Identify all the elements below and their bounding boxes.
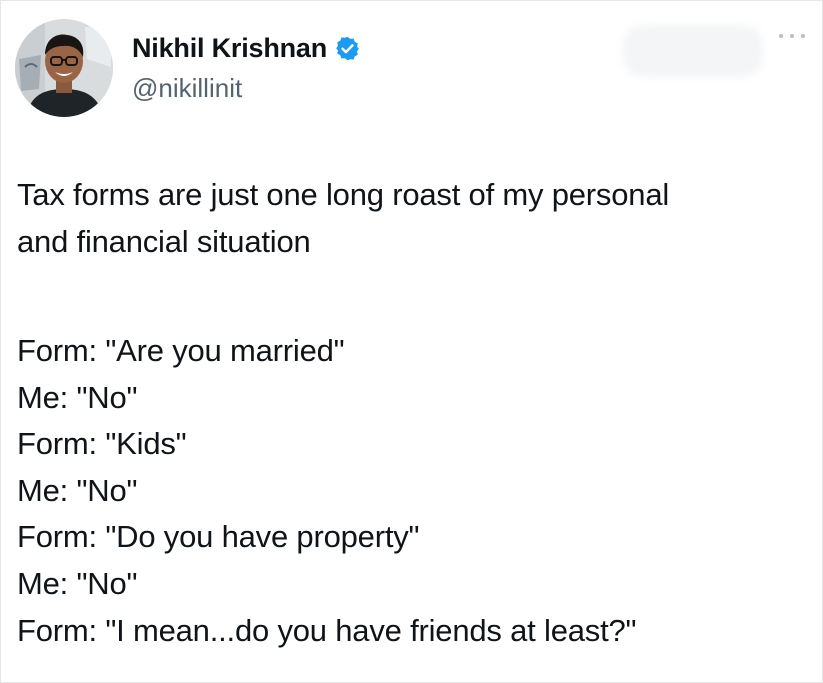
tweet-text-line: Tax forms are just one long roast of my … [17,177,670,212]
more-options-icon[interactable] [779,31,805,41]
verified-badge-icon [336,36,359,60]
avatar[interactable] [15,19,113,117]
tweet-text-line: and financial situation [17,224,311,259]
tweet-intro-text: Tax forms are just one long roast of my … [17,171,817,265]
dialogue-line: Form: "I mean...do you have friends at l… [17,612,637,648]
dot-icon [790,34,794,38]
tweet-card: Nikhil Krishnan @nikillinit Tax forms ar… [0,0,823,683]
blurred-follow-button [623,25,763,77]
author-handle[interactable]: @nikillinit [132,73,242,104]
dialogue-line: Me: "No" [17,565,138,601]
dot-icon [779,34,783,38]
dialogue-line: Me: "No" [17,379,138,415]
avatar-photo [15,19,113,117]
dialogue-line: Form: "Kids" [17,426,187,462]
author-display-name[interactable]: Nikhil Krishnan [132,33,327,64]
dialogue-line: Form: "Are you married" [17,333,345,368]
dot-icon [801,34,805,38]
dialogue-line: Form: "Do you have property" [17,519,420,555]
author-name-row: Nikhil Krishnan [132,31,361,65]
dialogue-line: Me: "No" [17,472,138,508]
tweet-dialogue: Form: "Are you married" Me: "No" Form: "… [17,328,817,654]
